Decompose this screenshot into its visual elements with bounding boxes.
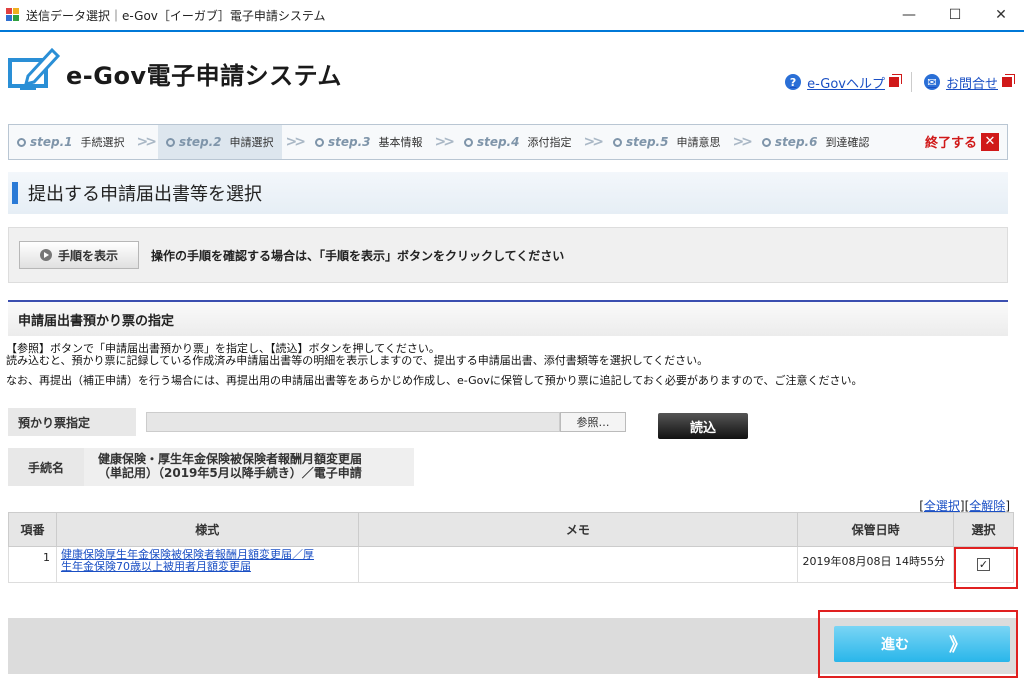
procedure-name: 健康保険・厚生年金保険被保険者報酬月額変更届 <box>98 452 363 466</box>
step-label: 到達確認 <box>825 136 870 149</box>
section-title: 申請届出書預かり票の指定 <box>18 313 175 329</box>
close-button[interactable]: ✕ <box>978 0 1024 30</box>
row-number: 1 <box>8 546 57 583</box>
procedure-row: 手続名 健康保険・厚生年金保険被保険者報酬月額変更届 （単記用）（2019年5月… <box>8 448 1008 486</box>
external-link-icon <box>888 77 899 87</box>
column-header: 保管日時 <box>797 512 955 547</box>
form-link[interactable]: 健康保険厚生年金保険被保険者報酬月額変更届／厚 生年金保険70歳以上被用者月額変… <box>55 546 359 583</box>
browse-button[interactable]: 参照… <box>560 412 626 432</box>
header-separator <box>910 72 912 92</box>
window-titlebar: 送信データ選択｜e-Gov［イーガブ］電子申請システム — ☐ ✕ <box>0 0 1024 30</box>
help-icon: ? <box>785 74 802 90</box>
title-accent-bar <box>12 182 18 204</box>
logo-text: e-Gov電子申請システム <box>66 62 342 90</box>
show-steps-label: 手順を表示 <box>57 248 118 263</box>
step-3: step.3 基本情報 <box>307 125 431 159</box>
step-6: step.6 到達確認 <box>754 125 878 159</box>
maximize-button[interactable]: ☐ <box>932 0 978 30</box>
step-label: 添付指定 <box>527 136 572 149</box>
app-icon <box>6 8 20 22</box>
procedure-name: （単記用）（2019年5月以降手続き）／電子申請 <box>98 466 362 480</box>
step-dot-icon <box>17 137 26 147</box>
ticket-label: 預かり票指定 <box>8 408 136 436</box>
page-title: 提出する申請届出書等を選択 <box>28 184 262 205</box>
highlight-box <box>818 610 1018 678</box>
step-number: step.6 <box>774 135 818 149</box>
step-label: 手続選択 <box>80 136 125 149</box>
deselect-all-link[interactable]: 全解除 <box>969 499 1005 513</box>
step-label: 申請選択 <box>229 136 274 149</box>
memo-cell <box>357 546 799 583</box>
quit-label: 終了する <box>924 136 977 151</box>
column-header: 項番 <box>8 512 57 547</box>
chevron-right-icon: >> <box>136 134 158 150</box>
step-number: step.5 <box>625 135 669 149</box>
step-number: step.2 <box>178 135 222 149</box>
quit-button[interactable]: 終了する ✕ <box>925 132 999 151</box>
step-dot-icon <box>761 137 771 147</box>
instructions: 【参照】ボタンで「申請届出書預かり票」を指定し、【読込】ボタンを押してください。… <box>6 343 862 387</box>
step-dot-icon <box>612 137 622 147</box>
ticket-file-input[interactable] <box>146 412 560 432</box>
step-label: 基本情報 <box>378 136 423 149</box>
instruction-line: 読み込むと、預かり票に記録している作成済み申請届出書等の明細を表示しますので、提… <box>6 354 709 367</box>
page-title-bar: 提出する申請届出書等を選択 <box>8 172 1008 214</box>
step-5: step.5 申請意思 <box>605 125 729 159</box>
select-all-link[interactable]: 全選択 <box>924 499 960 513</box>
column-header: 選択 <box>953 512 1014 547</box>
show-steps-button[interactable]: 手順を表示 <box>19 241 139 269</box>
step-dot-icon <box>314 137 324 147</box>
chevron-right-icon: >> <box>583 134 604 150</box>
step-progress-bar: step.1 手続選択 >> step.2 申請選択 >> step.3 基本情報 >… <box>8 124 1008 160</box>
column-header: 様式 <box>55 512 359 547</box>
contact-link-label: お問合せ <box>945 76 998 92</box>
step-2: step.2 申請選択 <box>157 125 282 159</box>
read-button[interactable]: 読込 <box>658 413 748 439</box>
step-number: step.1 <box>30 135 73 149</box>
step-1: step.1 手続選択 <box>9 125 133 159</box>
step-number: step.3 <box>327 135 371 149</box>
chevron-right-icon: >> <box>732 134 753 150</box>
step-label: 申請意思 <box>676 136 721 149</box>
help-link[interactable]: ? e-Govヘルプ <box>785 73 899 92</box>
step-4: step.4 添付指定 <box>456 125 580 159</box>
window-title: 送信データ選択｜e-Gov［イーガブ］電子申請システム <box>26 8 326 23</box>
procedure-name-box: 健康保険・厚生年金保険被保険者報酬月額変更届 （単記用）（2019年5月以降手続… <box>84 448 414 486</box>
help-link-label: e-Govヘルプ <box>807 76 885 92</box>
procedure-label: 手続名 <box>8 448 84 486</box>
table-header-row: 項番 様式 メモ 保管日時 選択 <box>8 512 1014 547</box>
external-link-icon <box>1002 77 1012 87</box>
step-dot-icon <box>165 137 175 147</box>
section-header: 申請届出書預かり票の指定 <box>8 300 1008 336</box>
contact-link[interactable]: ✉ お問合せ <box>923 73 1012 92</box>
instruction-line: なお、再提出（補正申請）を行う場合には、再提出用の申請届出書等をあらかじめ作成し… <box>6 374 863 387</box>
stored-date: 2019年08月08日 14時55分 <box>797 546 955 583</box>
guide-panel: 手順を表示 操作の手順を確認する場合は、「手順を表示」ボタンをクリックしてくださ… <box>8 227 1008 283</box>
app-header: e-Gov電子申請システム ? e-Govヘルプ ✉ お問合せ <box>0 32 1024 112</box>
ticket-row: 預かり票指定 参照… 読込 <box>8 408 1008 439</box>
step-dot-icon <box>463 137 473 147</box>
form-link-text: 生年金保険70歳以上被用者月額変更届 <box>60 560 251 573</box>
play-icon <box>39 249 52 261</box>
table-row: 1 健康保険厚生年金保険被保険者報酬月額変更届／厚 生年金保険70歳以上被用者月… <box>8 546 1014 583</box>
close-icon: ✕ <box>981 132 999 151</box>
mail-icon: ✉ <box>923 74 940 90</box>
egov-logo-icon <box>8 47 61 90</box>
chevron-right-icon: >> <box>285 134 307 150</box>
chevron-right-icon: >> <box>434 134 455 150</box>
step-number: step.4 <box>476 135 520 149</box>
document-table: 項番 様式 メモ 保管日時 選択 1 健康保険厚生年金保険被保険者報酬月額変更届… <box>8 512 1014 583</box>
minimize-button[interactable]: — <box>886 0 932 30</box>
highlight-box <box>954 547 1018 589</box>
guide-message: 操作の手順を確認する場合は、「手順を表示」ボタンをクリックしてください <box>151 248 565 263</box>
column-header: メモ <box>357 512 799 547</box>
